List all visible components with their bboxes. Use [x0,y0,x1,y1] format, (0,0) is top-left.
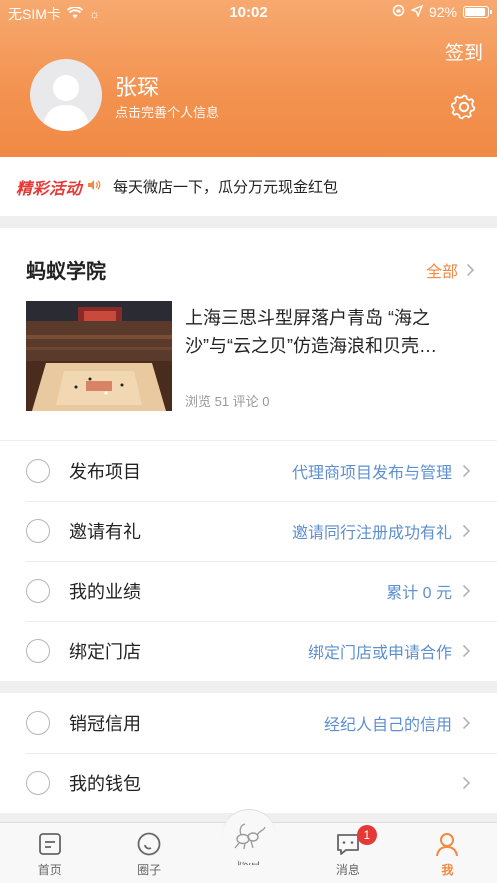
location-icon [409,4,424,20]
menu-item-desc: 经纪人自己的信用 [323,717,452,734]
status-bar: 无SIM卡 ☼ 10:02 92% [0,0,497,26]
menu-item-label: 邀请有礼 [69,522,141,542]
academy-all-label: 全部 [425,264,458,281]
battery-percent: 92% [428,4,457,20]
article-stats: 浏览 51 评论 0 [185,394,270,409]
menu-item-wallet[interactable]: 我的钱包 [0,753,497,813]
avatar[interactable] [30,59,102,131]
tab-home[interactable]: 首页 [0,823,99,883]
radio-icon [26,459,50,483]
tab-label: 圈子 [137,863,162,877]
username[interactable]: 张琛 [115,70,159,102]
academy-section: 蚂蚁学院 全部 上海三思斗型屏落户青岛 “海之沙”与“云之贝”仿造海浪和贝壳… … [0,228,497,440]
profile-header: 无SIM卡 ☼ 10:02 92% 签到 张琛 点击完善个人信息 [0,0,497,157]
menu-item-desc: 累计 0 元 [386,585,452,602]
activity-text: 每天微店一下，瓜分万元现金红包 [113,179,339,196]
tab-me[interactable]: 我 [398,823,497,883]
message-badge: 1 [356,825,377,845]
activity-label: 精彩活动 [16,180,83,198]
chevron-right-icon [462,716,471,730]
chevron-right-icon [466,263,475,277]
menu-item-desc: 绑定门店或申请合作 [307,645,452,662]
speaker-icon [87,178,101,196]
article-thumbnail[interactable] [26,301,172,411]
tab-label: 首页 [37,863,62,877]
chevron-right-icon [462,524,471,538]
radio-icon [26,711,50,735]
signin-button[interactable]: 签到 [445,38,483,65]
tab-microstore[interactable]: 微店 [199,809,298,883]
radio-icon [26,639,50,663]
menu-group-1: 发布项目 代理商项目发布与管理 邀请有礼 邀请同行注册成功有礼 我的业绩 累计 … [0,441,497,681]
tab-label: 我 [441,863,454,877]
radio-icon [26,579,50,603]
home-icon [38,833,61,855]
radio-icon [26,519,50,543]
menu-item-publish-project[interactable]: 发布项目 代理商项目发布与管理 [0,441,497,501]
chevron-right-icon [462,644,471,658]
tab-circle[interactable]: 圈子 [99,823,198,883]
article-headline[interactable]: 上海三思斗型屏落户青岛 “海之沙”与“云之贝”仿造海浪和贝壳… [185,304,475,360]
menu-item-label: 我的钱包 [69,774,141,794]
menu-item-label: 我的业绩 [69,582,141,602]
menu-item-credit[interactable]: 销冠信用 经纪人自己的信用 [0,693,497,753]
menu-item-label: 绑定门店 [69,642,141,662]
ant-icon [234,823,266,850]
menu-item-desc: 代理商项目发布与管理 [291,465,452,482]
menu-item-label: 销冠信用 [69,714,141,734]
menu-item-bind-store[interactable]: 绑定门店 绑定门店或申请合作 [0,621,497,681]
lock-rotation-icon [392,4,405,20]
battery-icon [463,6,492,18]
academy-all-link[interactable]: 全部 [426,258,475,282]
chevron-right-icon [462,584,471,598]
settings-gear-icon[interactable] [450,94,477,120]
menu-item-desc: 邀请同行注册成功有礼 [291,525,452,542]
menu-item-performance[interactable]: 我的业绩 累计 0 元 [0,561,497,621]
person-icon [436,833,459,857]
menu-item-invite[interactable]: 邀请有礼 邀请同行注册成功有礼 [0,501,497,561]
tab-bar: 首页 圈子 微店 1 消息 我 [0,809,497,883]
chevron-right-icon [462,776,471,790]
tab-label: 消息 [335,863,360,877]
tab-messages[interactable]: 1 消息 [298,823,397,883]
academy-title: 蚂蚁学院 [26,261,106,283]
radio-icon [26,771,50,795]
complete-profile-link[interactable]: 点击完善个人信息 [115,102,219,121]
chevron-right-icon [462,464,471,478]
activity-banner[interactable]: 精彩活动 每天微店一下，瓜分万元现金红包 [0,157,497,216]
circle-icon [137,832,161,856]
menu-group-2: 销冠信用 经纪人自己的信用 我的钱包 [0,693,497,813]
menu-item-label: 发布项目 [69,462,141,482]
